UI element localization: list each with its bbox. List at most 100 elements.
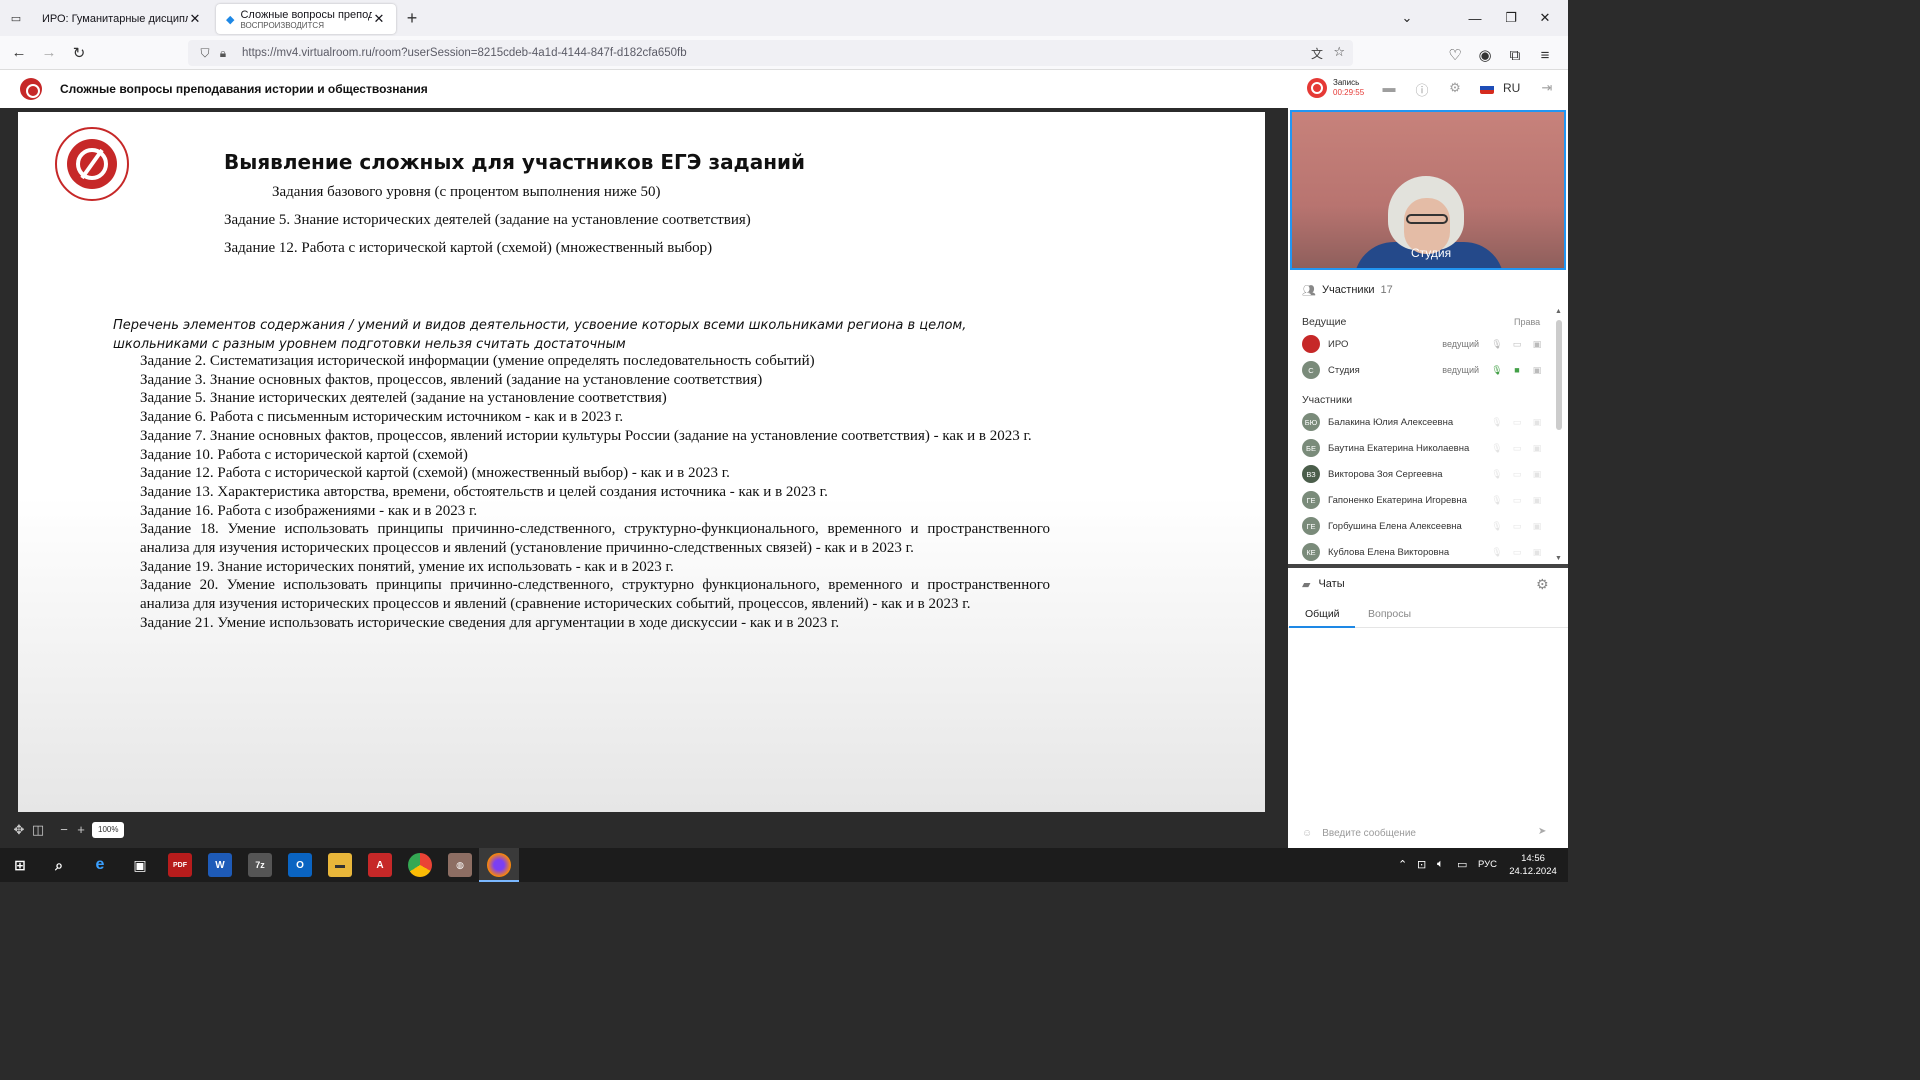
chat-settings-gear-icon[interactable]: ⚙: [1536, 576, 1549, 593]
chrome-icon[interactable]: [408, 853, 432, 877]
pan-icon[interactable]: ✥: [11, 822, 27, 838]
list-item[interactable]: БЕ Баутина Екатерина Николаевна 🎙︎ ▭ ▣: [1302, 436, 1547, 460]
tab-questions[interactable]: Вопросы: [1368, 608, 1411, 620]
volume-icon[interactable]: 🔈︎: [1437, 858, 1444, 871]
notification-icon[interactable]: ▭: [1457, 858, 1467, 871]
mic-muted-icon[interactable]: 🎙︎: [1487, 521, 1507, 532]
system-clock[interactable]: 14:56 24.12.2024: [1508, 852, 1558, 878]
participants-header[interactable]: 👥︎ Участники 17: [1288, 278, 1568, 302]
camera-off-icon[interactable]: ▭: [1507, 495, 1527, 506]
menu-icon[interactable]: ≡: [1530, 40, 1560, 70]
screen-share-icon[interactable]: ▣: [1527, 365, 1547, 376]
list-item[interactable]: ВЗ Викторова Зоя Сергеевна 🎙︎ ▭ ▣: [1302, 462, 1547, 486]
keyboard-language[interactable]: РУС: [1478, 859, 1497, 870]
send-icon[interactable]: ➤: [1538, 826, 1546, 837]
camera-off-icon[interactable]: ▭: [1507, 521, 1527, 532]
list-item[interactable]: ГЕ Гапоненко Екатерина Игоревна 🎙︎ ▭ ▣: [1302, 488, 1547, 512]
chat-tabs: Общий Вопросы: [1288, 602, 1568, 628]
participants-scrollbar[interactable]: ▲ ▼: [1554, 308, 1564, 562]
zoom-out-button[interactable]: −: [56, 822, 72, 838]
camera-off-icon[interactable]: ▭: [1507, 547, 1527, 558]
file-explorer-icon[interactable]: ▬: [328, 853, 352, 877]
scroll-up-icon[interactable]: ▲: [1555, 308, 1562, 315]
tab-general-chat[interactable]: Общий: [1289, 608, 1355, 628]
zoom-in-button[interactable]: +: [73, 822, 89, 838]
rights-label[interactable]: Права: [1514, 317, 1540, 327]
search-icon[interactable]: ⌕: [47, 853, 71, 877]
windows-start-icon[interactable]: ⊞: [8, 853, 32, 877]
word-icon[interactable]: W: [208, 853, 232, 877]
mic-muted-icon[interactable]: 🎙︎: [1487, 417, 1507, 428]
mic-on-icon[interactable]: 🎙︎: [1487, 365, 1507, 376]
acrobat-icon[interactable]: A: [368, 853, 392, 877]
bookmark-star-icon[interactable]: ☆: [1333, 44, 1345, 60]
translate-icon[interactable]: 文: [1311, 45, 1323, 62]
close-tab-icon[interactable]: ✕: [372, 11, 386, 27]
list-item[interactable]: ИРО ведущий 🎙︎ ▭ ▣: [1302, 332, 1547, 356]
speaker-video[interactable]: Студия: [1290, 110, 1566, 270]
edge-icon[interactable]: e: [88, 853, 112, 877]
list-item[interactable]: БЮ Балакина Юлия Алексеевна 🎙︎ ▭ ▣: [1302, 410, 1547, 434]
screen-share-icon[interactable]: ▣: [1527, 443, 1547, 454]
list-item[interactable]: КЕ Кублова Елена Викторовна 🎙︎ ▭ ▣: [1302, 540, 1547, 562]
russian-flag-icon[interactable]: [1480, 82, 1494, 94]
pdf-app-icon[interactable]: PDF: [168, 853, 192, 877]
network-icon[interactable]: ⊡: [1417, 858, 1426, 871]
list-item[interactable]: ГЕ Горбушина Елена Алексеевна 🎙︎ ▭ ▣: [1302, 514, 1547, 538]
panel-divider[interactable]: [1288, 564, 1568, 568]
iro-app-icon[interactable]: ◍: [448, 853, 472, 877]
camera-off-icon[interactable]: ▭: [1507, 443, 1527, 454]
screen-share-icon[interactable]: ▣: [1527, 469, 1547, 480]
close-window-button[interactable]: ✕: [1522, 0, 1568, 36]
camera-off-icon[interactable]: ▭: [1507, 339, 1527, 350]
7zip-icon[interactable]: 7z: [248, 853, 272, 877]
camera-off-icon[interactable]: ▭: [1507, 469, 1527, 480]
recording-indicator[interactable]: Запись 00:29:55: [1307, 78, 1364, 98]
firefox-icon[interactable]: [487, 853, 511, 877]
account-icon[interactable]: ◉: [1470, 40, 1500, 70]
screen-share-icon[interactable]: ▣: [1527, 495, 1547, 506]
forward-button[interactable]: →: [34, 38, 64, 68]
outlook-icon[interactable]: O: [288, 853, 312, 877]
settings-gear-icon[interactable]: ⚙: [1446, 80, 1464, 98]
url-text[interactable]: https://mv4.virtualroom.ru/room?userSess…: [242, 47, 687, 59]
browser-tab-active[interactable]: ◆ Сложные вопросы преподав... ВОСПРОИЗВО…: [216, 4, 396, 34]
chat-message-input[interactable]: ☺ Введите сообщение ➤: [1288, 820, 1568, 846]
mic-muted-icon[interactable]: 🎙︎: [1487, 339, 1507, 350]
pocket-icon[interactable]: ♡: [1440, 40, 1470, 70]
new-tab-button[interactable]: +: [396, 8, 428, 29]
record-label: Запись: [1333, 78, 1360, 87]
mic-muted-icon[interactable]: 🎙︎: [1487, 469, 1507, 480]
scroll-down-icon[interactable]: ▼: [1555, 555, 1562, 562]
camera-off-icon[interactable]: ▭: [1507, 417, 1527, 428]
mic-muted-icon[interactable]: 🎙︎: [1487, 547, 1507, 558]
list-item[interactable]: С Студия ведущий 🎙︎ ■ ▣: [1302, 358, 1547, 382]
emoji-icon[interactable]: ☺: [1302, 828, 1312, 839]
mic-muted-icon[interactable]: 🎙︎: [1487, 443, 1507, 454]
tray-chevron-icon[interactable]: ⌃: [1398, 858, 1407, 871]
mic-muted-icon[interactable]: 🎙︎: [1487, 495, 1507, 506]
screen-share-icon[interactable]: ▣: [1527, 339, 1547, 350]
back-button[interactable]: ←: [4, 38, 34, 68]
zoom-level[interactable]: 100%: [92, 822, 125, 838]
close-tab-icon[interactable]: ✕: [188, 11, 202, 27]
screen-share-icon[interactable]: ▣: [1527, 417, 1547, 428]
scroll-thumb[interactable]: [1556, 320, 1562, 430]
screen-share-icon[interactable]: ▣: [1527, 521, 1547, 532]
exit-icon[interactable]: ⇥: [1538, 80, 1556, 98]
browser-tab-iro[interactable]: ИРО: Гуманитарные дисциплины ✕: [32, 4, 212, 34]
extensions-icon[interactable]: ⧉: [1500, 40, 1530, 70]
language-selector[interactable]: RU: [1503, 81, 1520, 95]
address-bar[interactable]: ⛉ 🔒︎ https://mv4.virtualroom.ru/room?use…: [188, 40, 1353, 66]
fit-width-icon[interactable]: ◫: [30, 822, 46, 838]
store-icon[interactable]: ▣: [128, 853, 152, 877]
reload-button[interactable]: ↻: [64, 38, 94, 68]
screen-share-icon[interactable]: ▣: [1527, 547, 1547, 558]
list-all-tabs-button[interactable]: ▭: [0, 0, 32, 36]
shield-icon[interactable]: ⛉: [196, 46, 214, 61]
tab-overflow-chevron-icon[interactable]: ⌄: [1384, 0, 1430, 36]
camera-on-icon[interactable]: ■: [1507, 365, 1527, 375]
info-icon[interactable]: ⓘ: [1413, 80, 1431, 98]
folder-icon[interactable]: ▬: [1380, 80, 1398, 98]
lock-icon[interactable]: 🔒︎: [214, 46, 232, 61]
